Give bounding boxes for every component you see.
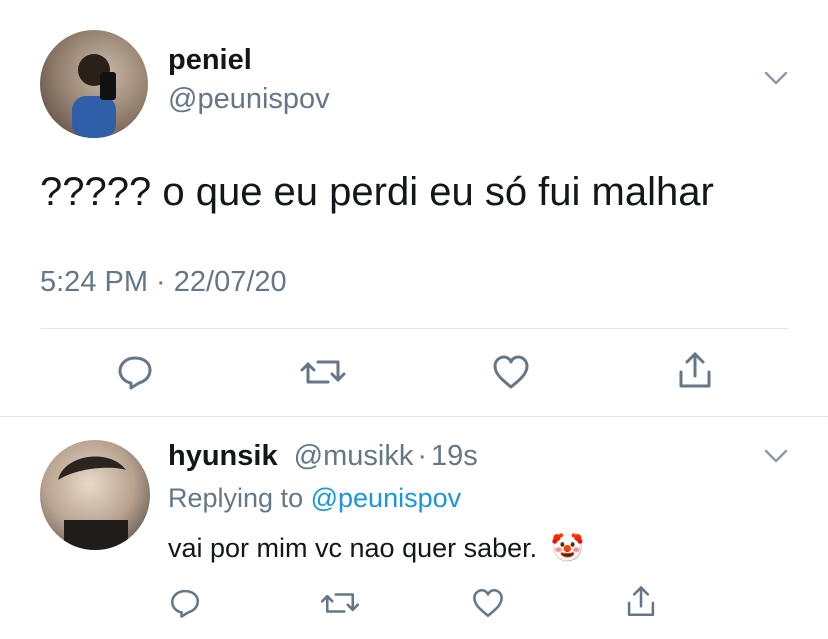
- divider: [40, 328, 788, 329]
- avatar-image: [72, 54, 116, 138]
- retweet-icon[interactable]: [320, 586, 360, 620]
- reply-text-line: vai por mim vc nao quer saber. 🤡: [168, 532, 584, 564]
- reply-header: hyunsik @musikk · 19s: [168, 440, 478, 473]
- author-avatar[interactable]: [40, 30, 148, 138]
- reply-author-handle[interactable]: @musikk: [294, 440, 414, 472]
- reply-time[interactable]: 19s: [431, 440, 478, 472]
- tweet-timestamp[interactable]: 5:24 PM · 22/07/20: [40, 266, 287, 299]
- reply-text: vai por mim vc nao quer saber.: [168, 533, 538, 563]
- replying-to: Replying to @peunispov: [168, 483, 461, 514]
- share-icon[interactable]: [624, 584, 658, 620]
- like-icon[interactable]: [490, 352, 532, 392]
- retweet-icon[interactable]: [300, 352, 346, 392]
- reply-author-name[interactable]: hyunsik: [168, 440, 278, 472]
- like-icon[interactable]: [470, 586, 506, 620]
- section-divider: [0, 416, 828, 417]
- reply-avatar[interactable]: [40, 440, 150, 550]
- reply-icon[interactable]: [115, 352, 155, 392]
- replying-to-handle[interactable]: @peunispov: [311, 483, 462, 513]
- avatar-image: [58, 456, 128, 550]
- author-name[interactable]: peniel: [168, 44, 252, 77]
- tweet-text: ????? o que eu perdi eu só fui malhar: [40, 170, 714, 214]
- share-icon[interactable]: [675, 350, 715, 392]
- chevron-down-icon[interactable]: [762, 68, 790, 88]
- author-handle[interactable]: @peunispov: [168, 83, 330, 116]
- reply-icon[interactable]: [168, 586, 202, 620]
- chevron-down-icon[interactable]: [762, 446, 790, 466]
- time-separator: ·: [417, 440, 427, 472]
- replying-to-label: Replying to: [168, 483, 304, 513]
- clown-emoji-icon: 🤡: [550, 533, 585, 563]
